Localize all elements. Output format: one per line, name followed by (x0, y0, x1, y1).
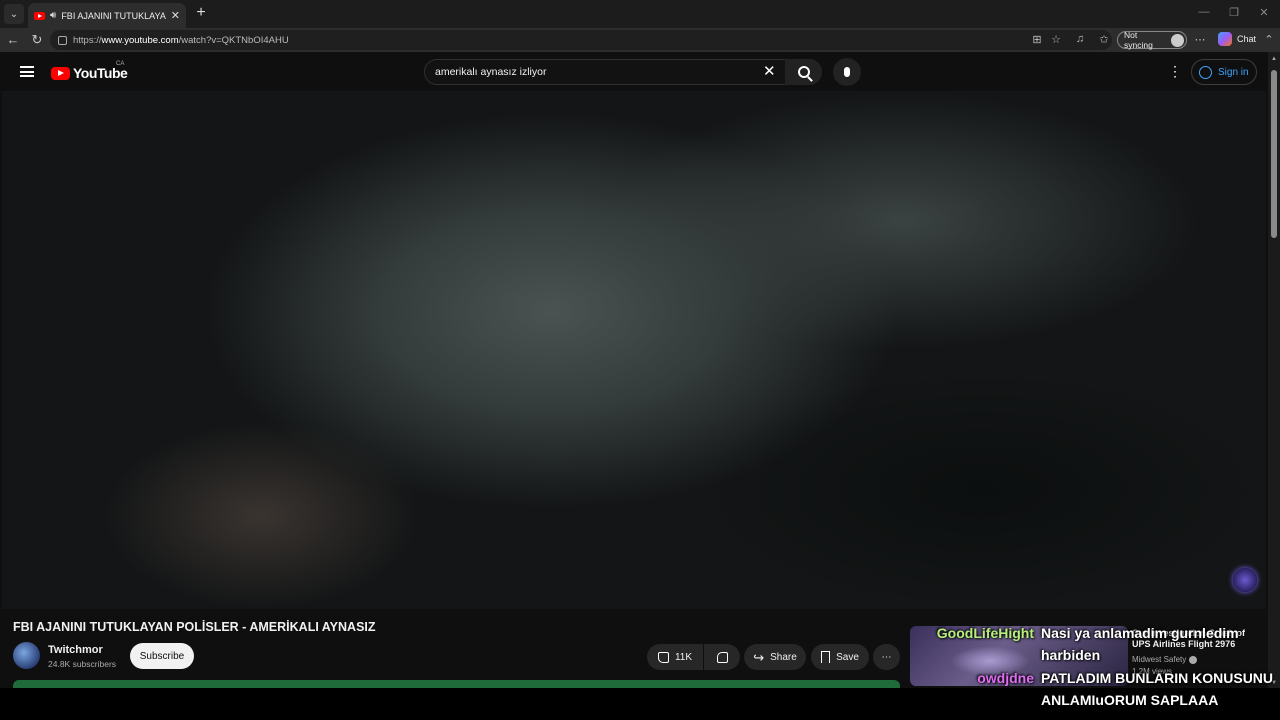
close-tab-icon[interactable]: ✕ (171, 9, 180, 22)
youtube-logo[interactable]: YouTube CA (51, 61, 128, 81)
minimize-icon[interactable]: — (1197, 6, 1211, 18)
subscribe-button[interactable]: Subscribe (130, 643, 194, 669)
verified-icon (1189, 655, 1198, 664)
channel-avatar[interactable] (13, 642, 40, 669)
copilot-chat-button[interactable]: Chat (1218, 32, 1256, 46)
tab-title: FBI AJANINI TUTUKLAYAN POLİ (61, 10, 166, 21)
recommendation-meta: 1.2M views (1132, 667, 1173, 676)
tab-list-button[interactable]: ⌄ (4, 4, 24, 24)
reload-icon[interactable]: ↻ (29, 32, 45, 48)
favorites-icon[interactable]: ✩ (1097, 33, 1111, 46)
clear-search-icon[interactable]: ✕ (763, 63, 776, 81)
like-count: 11K (674, 651, 693, 663)
recommendation-thumbnail[interactable] (910, 626, 1128, 686)
url-domain: www.youtube.com (101, 34, 179, 46)
recommendation-channel[interactable]: Midwest Safety (1132, 655, 1198, 664)
save-label: Save (836, 651, 859, 663)
sign-in-button[interactable]: Sign in (1191, 59, 1257, 85)
share-button[interactable]: ↪ Share (744, 644, 806, 670)
more-actions-button[interactable]: ⋯ (873, 644, 900, 670)
profile-avatar (1171, 33, 1184, 47)
microphone-icon (844, 67, 850, 77)
bottom-black-bar (0, 688, 1280, 720)
settings-more-icon[interactable]: ⋮ (1168, 64, 1182, 79)
bookmark-icon (821, 651, 831, 663)
sign-in-label: Sign in (1218, 66, 1249, 78)
logo-text: YouTube (73, 65, 128, 81)
thumbs-up-icon (657, 651, 669, 663)
voice-search-button[interactable] (833, 58, 861, 86)
profile-sync-button[interactable]: Not syncing (1117, 30, 1187, 50)
url-field[interactable]: https://www.youtube.com/watch?v=QKTNbOI4… (50, 30, 1112, 50)
channel-name[interactable]: Twitchmor (48, 644, 103, 656)
url-path: /watch?v=QKTNbOI4AHU (178, 34, 289, 46)
close-window-icon[interactable]: ✕ (1257, 6, 1271, 19)
video-player[interactable] (2, 91, 1266, 609)
restore-icon[interactable]: ❐ (1227, 6, 1241, 19)
video-title: FBI AJANINI TUTUKLAYAN POLİSLER - AMERİK… (13, 620, 376, 634)
save-button[interactable]: Save (811, 644, 869, 670)
sidebar-toggle-icon[interactable]: ⌃ (1262, 33, 1276, 46)
page-scrollbar[interactable]: ▲ ▼ (1268, 52, 1280, 688)
subscriber-count: 24.8K subscribers (48, 659, 117, 669)
back-icon[interactable]: ← (5, 32, 21, 48)
search-box[interactable]: amerikalı aynasız izliyor ✕ (424, 59, 822, 85)
speaker-icon[interactable]: 🔊︎ (50, 10, 56, 21)
channel-watermark-icon[interactable] (1233, 568, 1257, 592)
favorite-star-icon[interactable]: ☆ (1049, 33, 1063, 46)
youtube-header: YouTube CA amerikalı aynasız izliyor ✕ ⋮… (0, 52, 1268, 91)
more-options-icon[interactable]: ⋯ (1193, 33, 1207, 46)
scroll-up-icon[interactable]: ▲ (1271, 56, 1277, 62)
read-aloud-icon[interactable]: ♫ (1073, 33, 1087, 45)
copilot-icon (1218, 32, 1232, 46)
account-icon (1199, 65, 1212, 79)
address-bar-row: ← ↻ https://www.youtube.com/watch?v=QKTN… (0, 28, 1280, 52)
app-available-icon[interactable]: ⊞ (1030, 33, 1044, 46)
new-tab-button[interactable]: + (193, 4, 209, 22)
browser-tab-bar: ⌄ 🔊︎ FBI AJANINI TUTUKLAYAN POLİ ✕ + — ❐… (0, 0, 1280, 28)
like-button[interactable]: 11K (647, 644, 703, 670)
dislike-button[interactable] (704, 644, 740, 670)
browser-tab-active[interactable]: 🔊︎ FBI AJANINI TUTUKLAYAN POLİ ✕ (28, 3, 186, 28)
scrollbar-thumb[interactable] (1271, 70, 1277, 238)
more-horizontal-icon: ⋯ (881, 651, 892, 663)
search-input[interactable]: amerikalı aynasız izliyor (435, 66, 546, 78)
thumbs-down-icon (716, 651, 728, 663)
scroll-down-icon[interactable]: ▼ (1271, 680, 1277, 686)
chat-label: Chat (1237, 34, 1257, 44)
youtube-favicon-icon (34, 11, 45, 20)
share-label: Share (770, 651, 797, 663)
country-code: CA (116, 61, 125, 67)
youtube-play-icon (51, 66, 70, 80)
recommendation-channel-name: Midwest Safety (1132, 655, 1187, 664)
search-icon (797, 66, 810, 78)
url-prefix: https:// (73, 34, 102, 46)
search-button[interactable] (785, 59, 822, 85)
share-icon: ↪ (753, 649, 765, 665)
recommendation-title[interactable]: Our Investigation Crash of UPS Airlines … (1132, 628, 1260, 650)
guide-menu-icon[interactable] (20, 66, 34, 77)
description-box[interactable] (13, 680, 900, 688)
sync-label: Not syncing (1124, 30, 1153, 50)
site-info-icon[interactable] (58, 35, 67, 45)
